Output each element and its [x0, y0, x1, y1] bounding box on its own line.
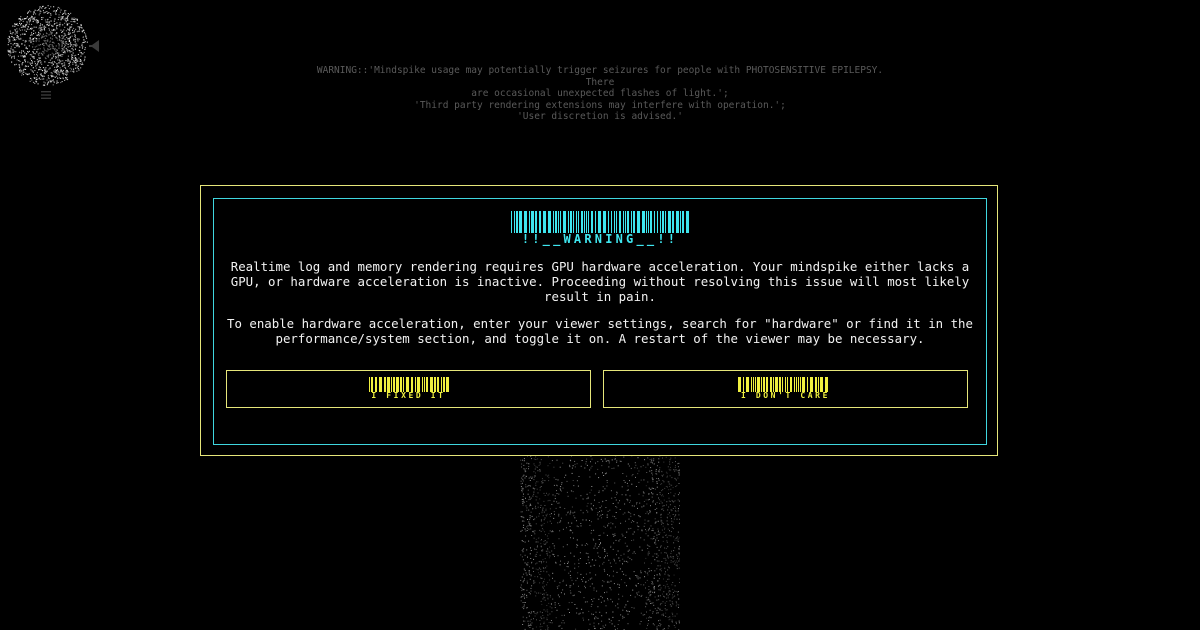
dialog-title: !!__WARNING__!! — [521, 232, 679, 246]
barcode-icon — [738, 377, 828, 392]
barcode-icon — [511, 211, 689, 233]
diamond-logo-icon[interactable] — [6, 4, 88, 86]
doorway-background-image — [520, 455, 680, 630]
photosensitivity-warning: WARNING::'Mindspike usage may potentiall… — [300, 65, 900, 123]
hardware-acceleration-instructions: To enable hardware acceleration, enter y… — [227, 316, 973, 346]
warning-line: are occasional unexpected flashes of lig… — [471, 88, 729, 99]
speaker-icon[interactable] — [88, 39, 100, 53]
warning-line: WARNING::'Mindspike usage may potentiall… — [316, 65, 889, 88]
warning-line: 'User discretion is advised.' — [517, 111, 683, 122]
menu-icon[interactable] — [41, 90, 51, 100]
i-dont-care-button[interactable]: I DON'T CARE — [603, 370, 968, 408]
i-fixed-it-button[interactable]: I FIXED IT — [226, 370, 591, 408]
gpu-warning-dialog: !!__WARNING__!! Realtime log and memory … — [200, 185, 998, 456]
dialog-inner-frame: !!__WARNING__!! Realtime log and memory … — [213, 198, 987, 445]
button-label: I DON'T CARE — [741, 391, 830, 400]
barcode-icon — [369, 377, 449, 392]
warning-line: 'Third party rendering extensions may in… — [414, 99, 786, 111]
button-label: I FIXED IT — [371, 391, 446, 400]
gpu-requirement-text: Realtime log and memory rendering requir… — [230, 259, 970, 304]
page: WARNING::'Mindspike usage may potentiall… — [0, 0, 1200, 630]
